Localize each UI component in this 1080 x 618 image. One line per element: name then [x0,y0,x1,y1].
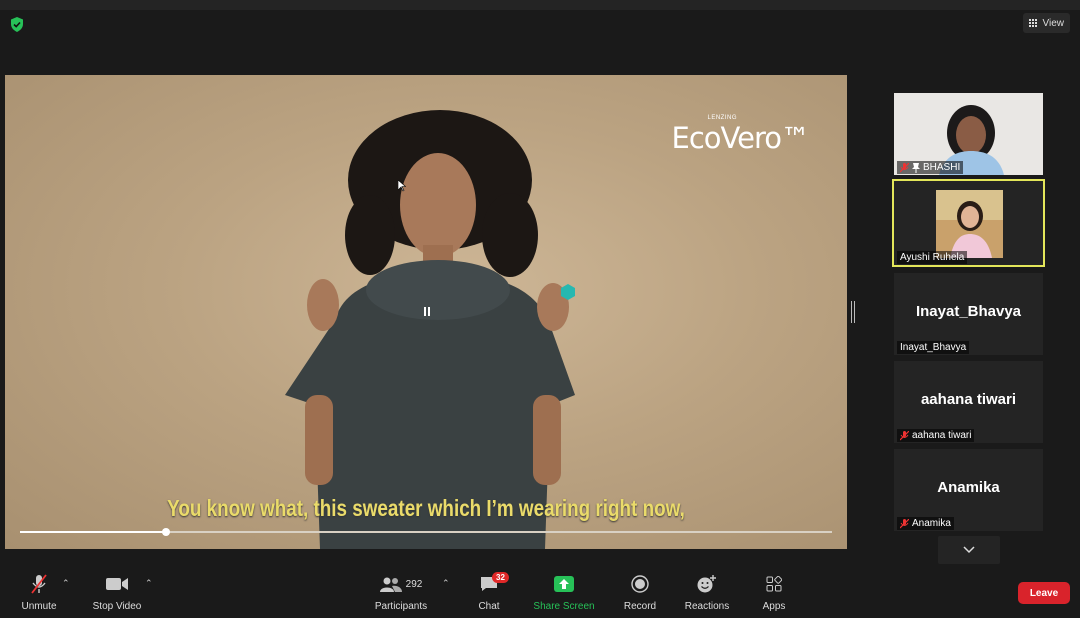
video-options-caret[interactable]: ⌃ [145,578,153,589]
mic-muted-icon [31,574,47,594]
leave-button[interactable]: Leave [1018,582,1070,604]
participant-tile-aahana-tiwari[interactable]: aahana tiwari aahana tiwari [894,361,1043,443]
record-button[interactable]: Record [621,572,659,612]
reactions-button[interactable]: Reactions [683,572,731,612]
participant-tile-ayushi-ruhela[interactable]: Ayushi Ruhela [892,179,1045,267]
mouse-cursor-icon [398,180,406,192]
meeting-toolbar: Unmute ⌃ Stop Video ⌃ 292 Participants ⌃… [0,564,1080,618]
pause-icon[interactable] [422,306,432,317]
participants-icon [379,577,402,592]
participants-options-caret[interactable]: ⌃ [442,578,450,589]
record-icon [631,575,649,593]
seek-progress [20,531,167,533]
mic-muted-icon [900,518,909,528]
participant-tile-bhashi[interactable]: BHASHI [894,93,1043,175]
share-screen-icon [554,576,574,592]
panel-resize-handle[interactable] [851,301,855,323]
grid-icon [1028,18,1038,28]
video-subtitle: You know what, this sweater which I’m we… [167,495,685,521]
security-shield-icon[interactable] [10,17,24,32]
apps-button[interactable]: Apps [758,572,790,612]
pin-icon [912,162,920,173]
more-participants-button[interactable] [938,536,1000,564]
brand-logo: LENZING EcoVero™ [671,115,810,155]
participant-label: BHASHI [897,161,964,174]
unmute-button[interactable]: Unmute [18,572,60,612]
chevron-down-icon [963,546,975,554]
participant-label: Ayushi Ruhela [897,251,968,264]
participant-display-name: Anamika [937,479,1000,496]
chat-unread-badge: 32 [492,572,509,583]
video-seek-bar[interactable] [20,528,832,536]
mic-muted-icon [900,430,909,440]
participant-tile-inayat-bhavya[interactable]: Inayat_Bhavya Inayat_Bhavya [894,273,1043,355]
view-button[interactable]: View [1022,13,1070,33]
participant-display-name: aahana tiwari [920,391,1017,408]
smiley-plus-icon [697,575,716,593]
share-screen-button[interactable]: Share Screen [533,572,595,612]
participant-label: Inayat_Bhavya [897,341,970,354]
stop-video-button[interactable]: Stop Video [90,572,144,612]
view-label: View [1042,17,1065,29]
participants-button[interactable]: 292 Participants [371,572,431,612]
participants-count: 292 [405,578,423,590]
window-top-bar [0,0,1080,10]
participant-display-name: Inayat_Bhavya [915,303,1022,320]
participant-label: aahana tiwari [897,429,975,442]
audio-options-caret[interactable]: ⌃ [62,578,70,589]
video-camera-icon [106,578,128,590]
participant-tile-anamika[interactable]: Anamika Anamika [894,449,1043,531]
participant-label: Anamika [897,517,954,530]
mic-muted-icon [900,162,909,172]
apps-icon [766,576,782,592]
shared-video[interactable]: LENZING EcoVero™ You know what, this swe… [5,75,847,549]
participant-avatar [936,190,1003,258]
